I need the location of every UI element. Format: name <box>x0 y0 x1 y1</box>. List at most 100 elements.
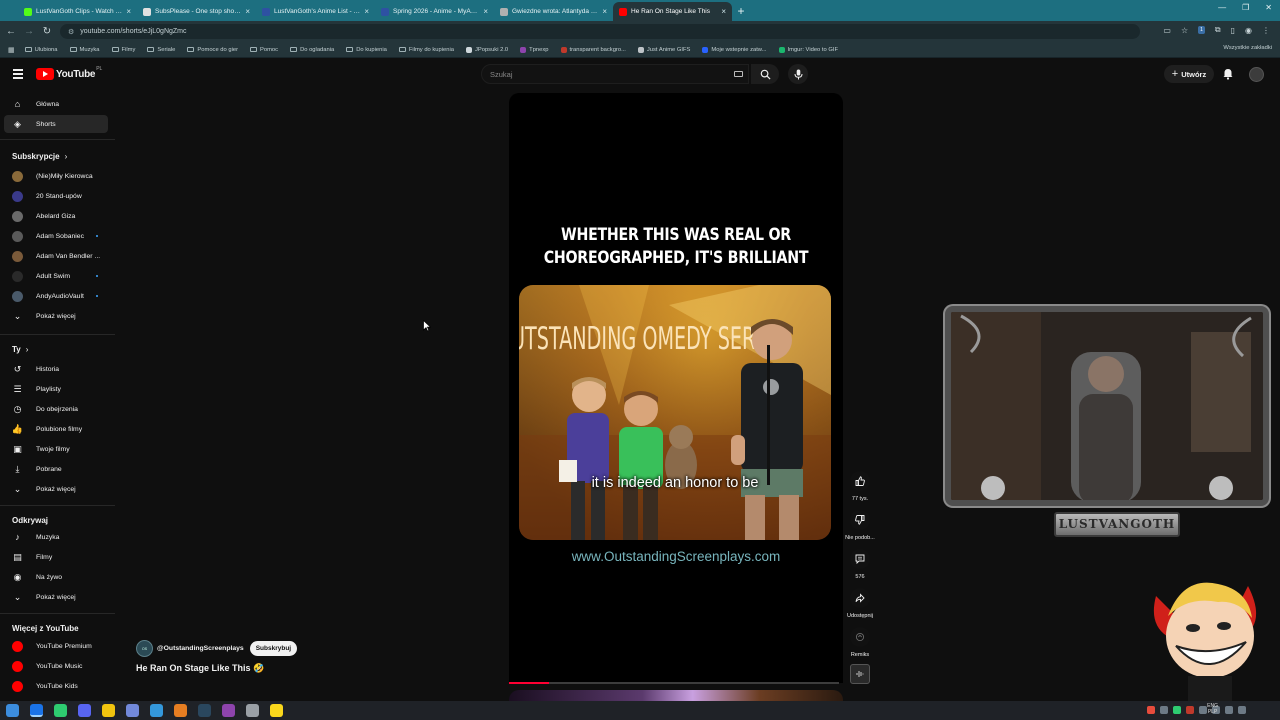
apps-icon[interactable]: ▦ <box>8 46 15 54</box>
taskbar-app-icon[interactable] <box>270 704 283 717</box>
sidebar-subscription-item[interactable]: Adam Van Bendler ... <box>4 247 108 265</box>
sidebar-item-youtube-product[interactable]: YouTube Kids <box>4 677 108 695</box>
forward-icon[interactable]: → <box>20 26 38 37</box>
search-button[interactable] <box>751 64 779 84</box>
browser-tab[interactable]: Spring 2026 - Anime - MyAnim × <box>375 2 494 21</box>
menu-icon[interactable]: ⋮ <box>1262 26 1270 35</box>
omnibox[interactable]: ⚙ youtube.com/shorts/eJjL0gNgZmc <box>60 24 1140 39</box>
taskbar-app-icon[interactable] <box>222 704 235 717</box>
extension-badge-icon[interactable]: 1 <box>1198 26 1205 34</box>
language-indicator[interactable]: ENG PLP <box>1207 703 1218 715</box>
bookmark-folder[interactable]: Muzyka <box>69 47 100 53</box>
youtube-logo[interactable]: YouTube PL <box>36 66 102 80</box>
sidebar-subscription-item[interactable]: AndyAudioVault <box>4 287 108 305</box>
subscribe-button[interactable]: Subskrybuj <box>249 641 298 656</box>
browser-tab[interactable]: Gwiezdne wrota: Atlantyda / St × <box>494 2 613 21</box>
video-progress-bar[interactable] <box>509 682 839 684</box>
cast-icon[interactable]: ▭ <box>1163 26 1171 35</box>
profile-icon[interactable]: ◉ <box>1245 26 1252 35</box>
sidebar-item-playlists[interactable]: ☰ Playlisty <box>4 380 108 398</box>
bookmark-folder[interactable]: Filmy <box>111 47 135 53</box>
site-info-icon[interactable]: ⚙ <box>68 28 74 36</box>
taskbar-app-icon[interactable] <box>246 704 259 717</box>
sidebar-subscription-item[interactable]: Adult Swim <box>4 267 108 285</box>
network-icon[interactable] <box>1238 706 1246 714</box>
sidebar-item-chevron-down[interactable]: ⌄ Pokaż więcej <box>4 588 108 606</box>
bookmark-folder[interactable]: Ulubiona <box>24 47 58 53</box>
taskbar-app-icon[interactable] <box>78 704 91 717</box>
shorts-player[interactable]: WHETHER THIS WAS REAL OR CHOREOGRAPHED, … <box>509 93 843 683</box>
sidebar-icon[interactable]: ▯ <box>1231 26 1235 35</box>
tab-close-icon[interactable]: × <box>721 7 726 16</box>
new-tab-button[interactable]: + <box>732 2 750 21</box>
bookmark-folder[interactable]: Filmy do kupienia <box>398 47 454 53</box>
bookmark-folder[interactable]: Seriale <box>147 47 175 53</box>
keyboard-icon[interactable] <box>734 71 743 77</box>
taskbar-app-icon[interactable] <box>150 704 163 717</box>
tray-icon[interactable] <box>1173 706 1181 714</box>
sidebar-subscription-item[interactable]: (Nie)Miły Kierowca <box>4 167 108 185</box>
account-avatar[interactable] <box>1249 67 1264 82</box>
sound-button[interactable] <box>850 664 870 684</box>
taskbar-app-icon[interactable] <box>30 704 43 717</box>
taskbar-app-icon[interactable] <box>174 704 187 717</box>
voice-search-button[interactable] <box>788 64 808 84</box>
remix-button[interactable] <box>850 627 870 647</box>
sidebar-item-watch-later[interactable]: ◷ Do obejrzenia <box>4 400 108 418</box>
taskbar-app-icon[interactable] <box>102 704 115 717</box>
create-button[interactable]: + Utwórz <box>1164 65 1214 83</box>
browser-tab[interactable]: He Ran On Stage Like This × <box>613 2 732 21</box>
sidebar-item-movies[interactable]: ▤ Filmy <box>4 548 108 566</box>
sidebar-item-youtube-product[interactable]: YouTube Premium <box>4 637 108 655</box>
tray-icon[interactable] <box>1160 706 1168 714</box>
extensions-icon[interactable]: ⧉ <box>1215 25 1221 35</box>
notifications-bell-icon[interactable] <box>1222 68 1234 80</box>
comments-button[interactable] <box>850 549 870 569</box>
more-from-youtube-header[interactable]: Więcej z YouTube <box>12 624 79 633</box>
sidebar-item-live[interactable]: ◉ Na żywo <box>4 568 108 586</box>
bookmark-star-icon[interactable]: ☆ <box>1181 26 1188 35</box>
share-button[interactable] <box>850 588 870 608</box>
bookmark-link[interactable]: transparent backgro... <box>560 46 626 53</box>
tab-close-icon[interactable]: × <box>245 7 250 16</box>
close-window-icon[interactable]: ✕ <box>1265 3 1272 12</box>
all-bookmarks-link[interactable]: Wszystkie zakładki <box>1223 45 1272 51</box>
show-more-subscriptions[interactable]: ⌄ Pokaż więcej <box>4 307 108 325</box>
bookmark-folder[interactable]: Pomoc <box>250 47 278 53</box>
sidebar-item-liked-videos[interactable]: 👍 Polubione filmy <box>4 420 108 438</box>
browser-tab[interactable]: LustVanGoth Clips - Watch Liv × <box>18 2 137 21</box>
browser-tab[interactable]: SubsPlease - One stop shop fo × <box>137 2 256 21</box>
sidebar-subscription-item[interactable]: Abelard Giza <box>4 207 108 225</box>
browser-tab[interactable]: LustVanGoth's Anime List - My × <box>256 2 375 21</box>
sidebar-item-history[interactable]: ↺ Historia <box>4 360 108 378</box>
sidebar-item-chevron-down[interactable]: ⌄ Pokaż więcej <box>4 480 108 498</box>
bookmark-link[interactable]: Imgur: Video to GIF <box>778 46 838 53</box>
sidebar-item-downloads[interactable]: ⤓ Pobrane <box>4 460 108 478</box>
back-icon[interactable]: ← <box>2 26 20 37</box>
sidebar-item-your-videos[interactable]: ▣ Twoje filmy <box>4 440 108 458</box>
minimize-icon[interactable]: — <box>1218 3 1226 12</box>
guide-menu-icon[interactable] <box>13 69 23 81</box>
bookmark-folder[interactable]: Do ogladania <box>290 47 334 53</box>
channel-handle[interactable]: @OutstandingScreenplays <box>157 645 244 652</box>
maximize-icon[interactable]: ❐ <box>1242 3 1249 12</box>
tray-icon[interactable] <box>1186 706 1194 714</box>
sidebar-item-home[interactable]: ⌂ Główna <box>4 95 108 113</box>
channel-avatar[interactable]: OS <box>136 640 153 657</box>
volume-icon[interactable] <box>1225 706 1233 714</box>
tab-close-icon[interactable]: × <box>364 7 369 16</box>
like-button[interactable] <box>850 471 870 491</box>
sidebar-item-shorts[interactable]: ◈ Shorts <box>4 115 108 133</box>
dislike-button[interactable] <box>850 510 870 530</box>
start-menu-icon[interactable] <box>6 704 19 717</box>
bookmark-link[interactable]: Moje wstepnie zatw... <box>702 46 767 53</box>
you-section-header[interactable]: Ty › <box>12 345 28 354</box>
bookmark-folder[interactable]: Pomoce do gier <box>187 47 238 53</box>
tab-close-icon[interactable]: × <box>126 7 131 16</box>
reload-icon[interactable]: ↻ <box>38 26 56 37</box>
taskbar-app-icon[interactable] <box>126 704 139 717</box>
short-title[interactable]: He Ran On Stage Like This 🤣 <box>136 663 264 674</box>
bookmark-link[interactable]: Tpnexp <box>520 46 549 53</box>
bookmark-link[interactable]: Just Anime GIFS <box>637 46 690 53</box>
sidebar-subscription-item[interactable]: 20 Stand-upów <box>4 187 108 205</box>
